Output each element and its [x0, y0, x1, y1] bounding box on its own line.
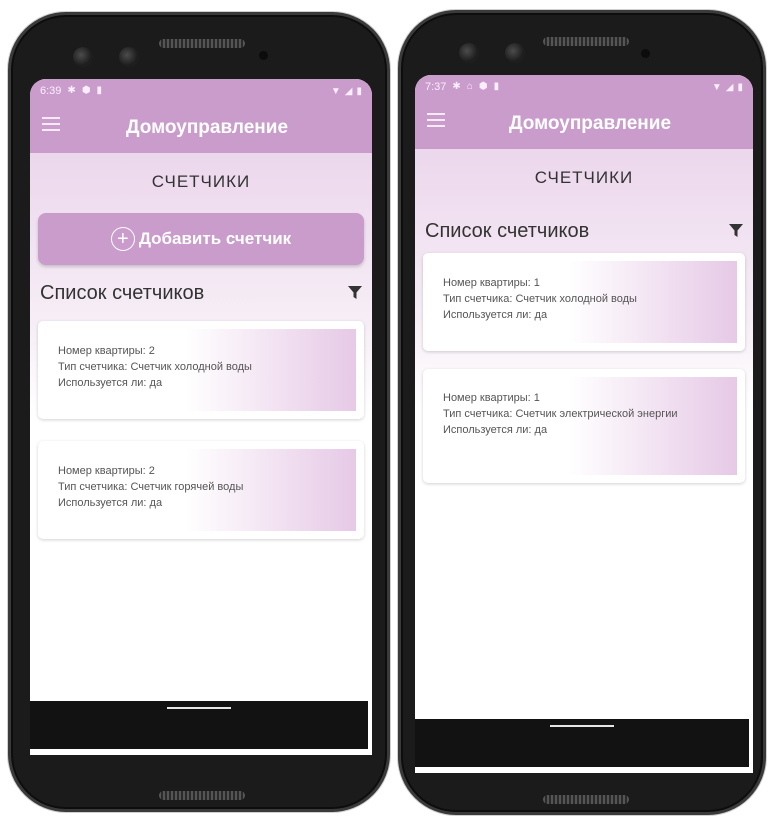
app-bar: Домоуправление — [30, 103, 372, 153]
bottom-speaker — [159, 791, 245, 800]
earpiece-speaker — [543, 37, 629, 46]
app-screen-left: 6:39 ✱ ⬢ ▮ ▼ ◢ ▮ Домоуправление СЧЕТЧИКИ… — [30, 79, 372, 755]
filter-icon[interactable] — [348, 286, 362, 300]
signal-icon: ◢ — [344, 85, 353, 97]
plus-circle-icon: + — [110, 227, 135, 251]
hamburger-menu-icon[interactable] — [427, 113, 445, 127]
meter-type: Тип счетчика: Счетчик электрической энер… — [443, 408, 678, 420]
front-camera-icon — [459, 43, 479, 63]
meter-card[interactable]: Номер квартиры: 1 Тип счетчика: Счетчик … — [423, 253, 745, 351]
battery-icon: ▮ — [737, 81, 743, 93]
list-title: Список счетчиков — [40, 281, 205, 304]
content-area: СЧЕТЧИКИ + Добавить счетчик Список счетч… — [30, 153, 372, 755]
meter-card-content: Номер квартиры: 2 Тип счетчика: Счетчик … — [46, 329, 356, 411]
wifi-icon: ▼ — [711, 81, 722, 93]
home-gesture-handle[interactable] — [167, 707, 231, 709]
front-camera-icon — [73, 47, 93, 67]
filter-icon[interactable] — [729, 224, 743, 238]
list-header: Список счетчиков — [30, 271, 372, 315]
section-title: СЧЕТЧИКИ — [534, 168, 634, 187]
shield-notification-icon: ⬢ — [81, 85, 91, 96]
meter-card-content: Номер квартиры: 1 Тип счетчика: Счетчик … — [431, 377, 737, 475]
status-bar: 7:37 ✱ ⌂ ⬢ ▮ ▼ ◢ ▮ — [415, 75, 753, 99]
add-meter-button[interactable]: + Добавить счетчик — [38, 213, 364, 265]
sd-card-icon: ▮ — [493, 81, 500, 92]
meter-apartment: Номер квартиры: 1 — [443, 277, 540, 289]
status-time: 7:37 — [425, 81, 447, 93]
meter-type: Тип счетчика: Счетчик холодной воды — [443, 293, 637, 305]
meter-card[interactable]: Номер квартиры: 1 Тип счетчика: Счетчик … — [423, 369, 745, 483]
app-title: Домоуправление — [125, 117, 289, 138]
bottom-speaker — [543, 795, 629, 804]
settings-notification-icon: ✱ — [452, 81, 461, 92]
meter-apartment: Номер квартиры: 2 — [58, 465, 155, 477]
meter-in-use: Используется ли: да — [443, 424, 548, 436]
navigation-bar — [415, 719, 749, 767]
hamburger-menu-icon[interactable] — [42, 117, 60, 131]
wifi-icon: ▼ — [330, 85, 341, 97]
content-area: СЧЕТЧИКИ Список счетчиков Номер квартиры… — [415, 149, 753, 773]
meter-in-use: Используется ли: да — [443, 309, 548, 321]
earpiece-speaker — [159, 39, 245, 48]
meter-card-content: Номер квартиры: 1 Тип счетчика: Счетчик … — [431, 261, 737, 343]
meter-type: Тип счетчика: Счетчик холодной воды — [58, 361, 252, 373]
sd-card-icon: ▮ — [96, 85, 103, 96]
status-bar: 6:39 ✱ ⬢ ▮ ▼ ◢ ▮ — [30, 79, 372, 103]
shield-notification-icon: ⬢ — [478, 81, 488, 92]
app-title: Домоуправление — [508, 113, 672, 134]
sensor-icon — [119, 47, 139, 67]
meter-card[interactable]: Номер квартиры: 2 Тип счетчика: Счетчик … — [38, 321, 364, 419]
phone-frame-left: 6:39 ✱ ⬢ ▮ ▼ ◢ ▮ Домоуправление СЧЕТЧИКИ… — [8, 12, 390, 812]
home-gesture-handle[interactable] — [550, 725, 614, 727]
settings-notification-icon: ✱ — [67, 85, 76, 96]
signal-icon: ◢ — [725, 81, 734, 93]
meter-apartment: Номер квартиры: 1 — [443, 392, 540, 404]
list-title: Список счетчиков — [425, 219, 590, 242]
proximity-sensor-icon — [641, 49, 650, 58]
battery-icon: ▮ — [356, 85, 362, 97]
meter-card[interactable]: Номер квартиры: 2 Тип счетчика: Счетчик … — [38, 441, 364, 539]
meter-type: Тип счетчика: Счетчик горячей воды — [58, 481, 244, 493]
phone-frame-right: 7:37 ✱ ⌂ ⬢ ▮ ▼ ◢ ▮ Домоуправление СЧЕТЧИ… — [398, 10, 766, 815]
list-header: Список счетчиков — [415, 209, 753, 253]
app-screen-right: 7:37 ✱ ⌂ ⬢ ▮ ▼ ◢ ▮ Домоуправление СЧЕТЧИ… — [415, 75, 753, 773]
app-bar: Домоуправление — [415, 99, 753, 149]
meter-card-content: Номер квартиры: 2 Тип счетчика: Счетчик … — [46, 449, 356, 531]
home-notification-icon: ⌂ — [466, 81, 473, 92]
add-meter-button-label: Добавить счетчик — [138, 229, 292, 248]
navigation-bar — [30, 701, 368, 749]
meter-in-use: Используется ли: да — [58, 377, 163, 389]
meter-apartment: Номер квартиры: 2 — [58, 345, 155, 357]
sensor-icon — [505, 43, 525, 63]
section-title: СЧЕТЧИКИ — [151, 172, 251, 191]
meter-in-use: Используется ли: да — [58, 497, 163, 509]
proximity-sensor-icon — [259, 51, 268, 60]
status-time: 6:39 — [40, 85, 62, 97]
